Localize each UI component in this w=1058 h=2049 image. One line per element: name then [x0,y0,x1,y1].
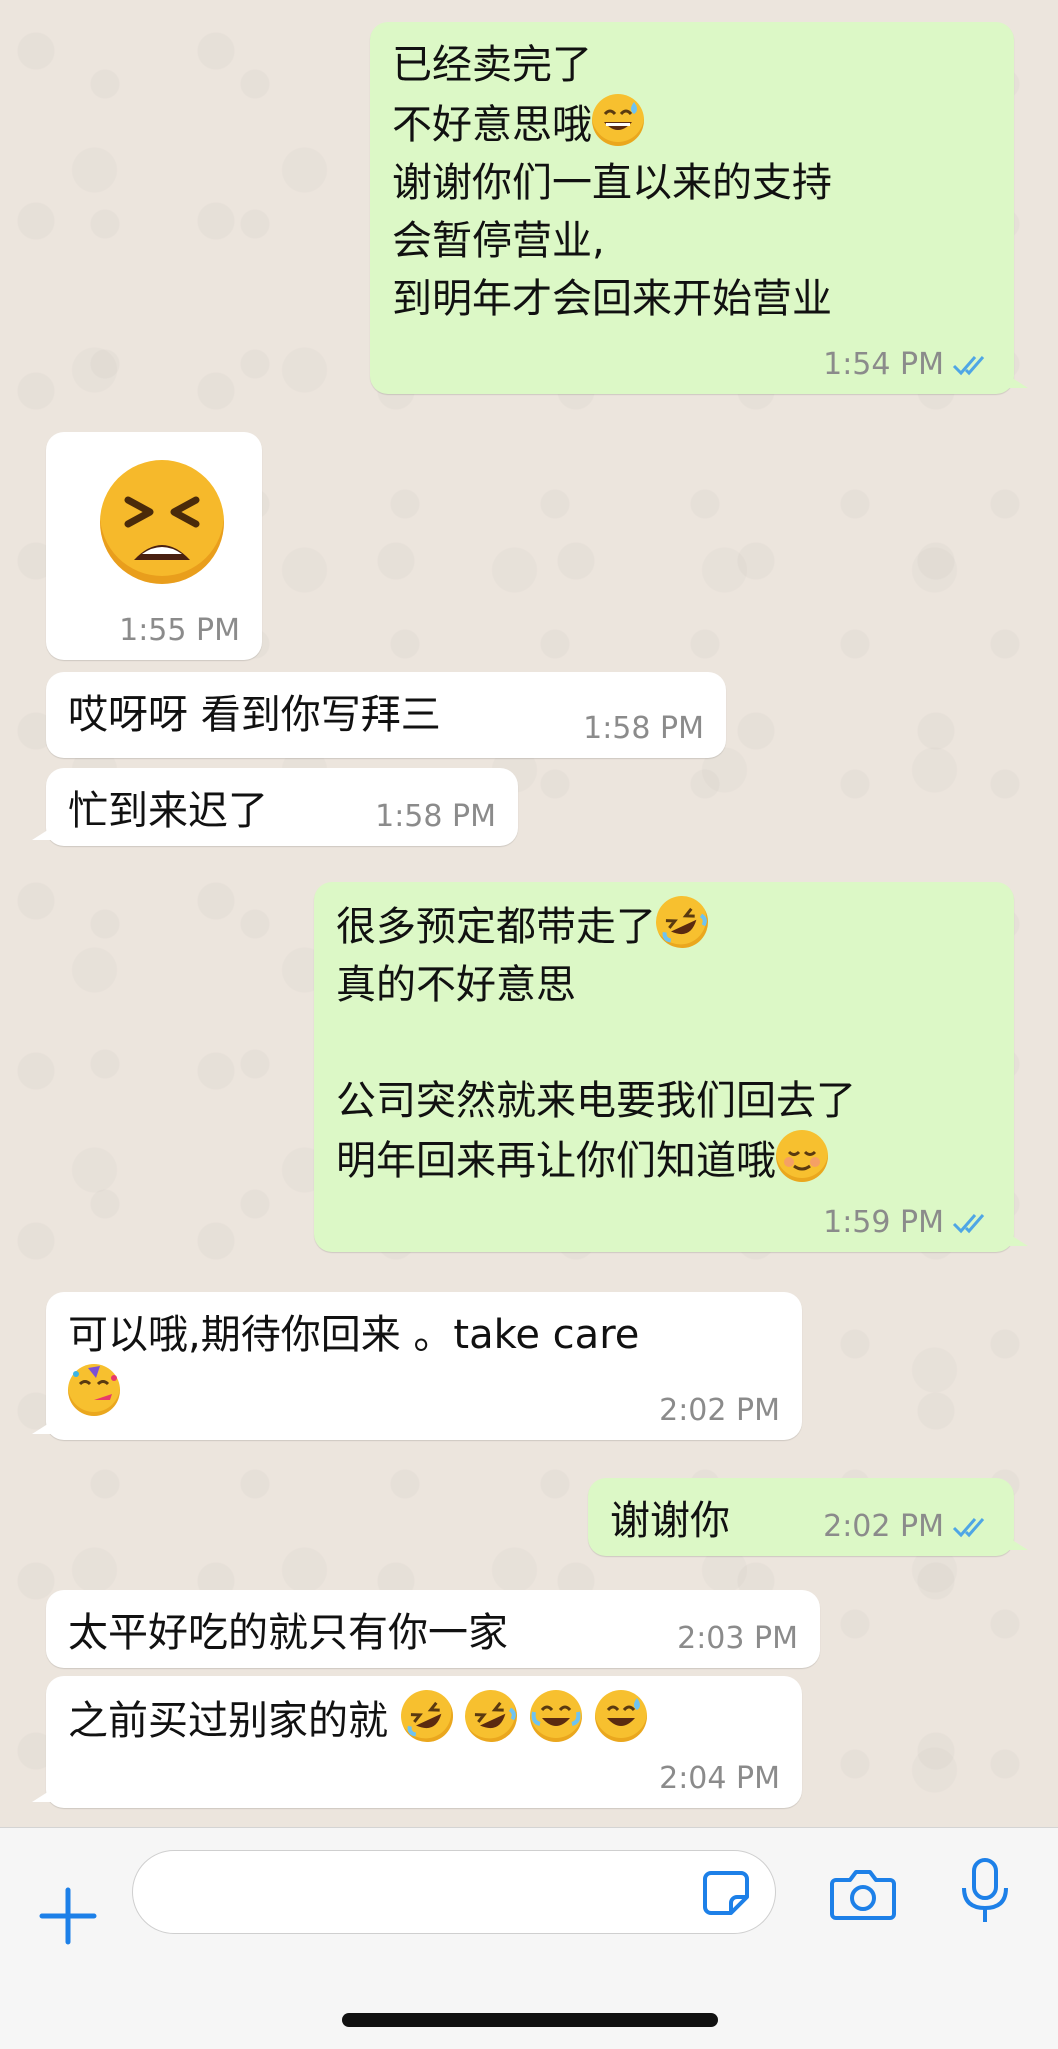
message-outgoing[interactable]: 很多预定都带走了 真的不好意思 公司突然就来电要我们回去了 明年回来再让你们知道… [314,882,1028,1252]
message-time: 2:02 PM [823,1509,944,1544]
composer-bar [0,1827,1058,2049]
rolling-laughing-emoji-icon [456,1681,526,1751]
rolling-laughing-emoji-icon [392,1681,462,1751]
message-time: 1:55 PM [119,613,240,648]
message-time: 2:03 PM [677,1621,798,1656]
message-meta: 1:54 PM [823,347,992,382]
sticker-icon[interactable] [701,1867,753,1919]
message-time: 1:58 PM [583,711,704,746]
message-time: 1:59 PM [823,1205,944,1240]
message-time: 2:04 PM [659,1761,780,1796]
message-meta: 1:59 PM [823,1205,992,1240]
grinning-sweat-emoji-icon [592,94,644,146]
double-check-icon [952,1213,985,1233]
message-incoming[interactable]: 可以哦,期待你回来 。take care 2:02 PM [32,1292,802,1440]
tears-of-joy-emoji-icon [530,1690,583,1742]
partying-face-emoji-icon [68,1364,120,1416]
camera-icon[interactable] [830,1864,896,1924]
message-outgoing[interactable]: 谢谢你 2:02 PM [588,1478,1028,1556]
message-time: 1:54 PM [823,347,944,382]
message-time: 1:58 PM [375,799,496,834]
microphone-icon[interactable] [960,1856,1010,1928]
message-incoming[interactable]: 忙到来迟了 1:58 PM [32,768,518,846]
message-text: 很多预定都带走了 真的不好意思 公司突然就来电要我们回去了 明年回来再让你们知道… [336,887,992,1190]
double-check-icon [952,1517,985,1537]
grinning-sweat-emoji-icon [594,1690,647,1742]
message-text: 之前买过别家的就 [68,1681,780,1751]
message-text: 已经卖完了 不好意思哦 谢谢你们一直以来的支持 会暂停营业, 到明年才会回来开始… [392,42,832,322]
tired-face-emoji-icon [100,460,224,584]
message-incoming[interactable]: 之前买过别家的就 2:04 PM [32,1676,802,1808]
message-incoming[interactable]: 哎呀呀 看到你写拜三 1:58 PM [46,672,726,758]
plus-icon[interactable] [38,1886,98,1946]
message-outgoing[interactable]: 已经卖完了 不好意思哦 谢谢你们一直以来的支持 会暂停营业, 到明年才会回来开始… [370,22,1028,394]
message-incoming[interactable]: 1:55 PM [46,432,262,660]
double-check-icon [952,355,985,375]
smiling-blush-emoji-icon [776,1130,828,1182]
home-indicator[interactable] [342,2013,718,2027]
message-meta: 2:02 PM [823,1509,992,1544]
message-incoming[interactable]: 太平好吃的就只有你一家 2:03 PM [46,1590,820,1668]
message-input[interactable] [132,1850,776,1934]
message-time: 2:02 PM [659,1393,780,1428]
chat-area[interactable]: 已经卖完了 不好意思哦 谢谢你们一直以来的支持 会暂停营业, 到明年才会回来开始… [0,0,1058,1827]
rolling-laughing-emoji-icon [647,887,717,957]
